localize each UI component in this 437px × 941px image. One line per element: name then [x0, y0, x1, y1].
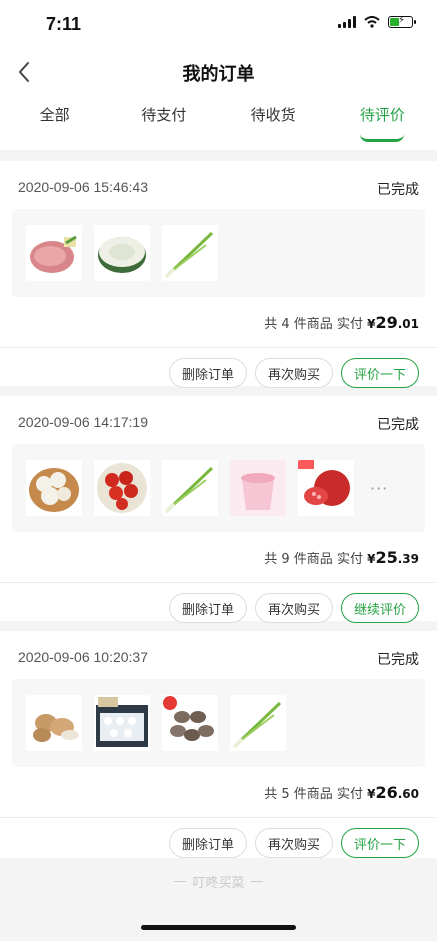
order-header: 2020-09-06 14:17:19 已完成 — [18, 414, 419, 434]
winter-melon-product-image — [94, 225, 150, 281]
pomegranate-product-image — [298, 460, 354, 516]
rebuy-button[interactable]: 再次购买 — [254, 593, 333, 623]
order-card: 2020-09-06 14:17:19 已完成 ··· 共 9 件商品 实付 ¥… — [0, 396, 437, 623]
page-title: 我的订单 — [182, 64, 255, 85]
amount-integer: 26 — [375, 783, 398, 802]
amount-integer: 25 — [375, 548, 398, 567]
signal-icon — [338, 16, 356, 28]
order-timestamp: 2020-09-06 15:46:43 — [18, 179, 148, 195]
brand-logo-text: 叮咚买菜 — [192, 876, 245, 891]
status-time: 7:11 — [46, 14, 82, 34]
home-indicator[interactable] — [141, 925, 296, 930]
order-actions: 删除订单 再次购买 继续评价 — [168, 593, 419, 623]
item-count: 共 5 件商品 — [264, 787, 333, 802]
delete-order-button[interactable]: 删除订单 — [168, 593, 247, 623]
green-onion-product-image — [230, 695, 286, 751]
paid-label: 实付 — [336, 317, 363, 332]
order-timestamp: 2020-09-06 10:20:37 — [18, 649, 148, 665]
rebuy-button[interactable]: 再次购买 — [254, 358, 333, 388]
nav-bar: 我的订单 — [0, 50, 437, 94]
ice-cream-product-image — [230, 460, 286, 516]
delete-order-button[interactable]: 删除订单 — [168, 358, 247, 388]
paid-label: 实付 — [336, 552, 363, 567]
status-bar: 7:11 ⚡ — [0, 0, 437, 50]
item-count: 共 9 件商品 — [264, 552, 333, 567]
continue-review-button[interactable]: 继续评价 — [340, 593, 419, 623]
review-button[interactable]: 评价一下 — [340, 828, 419, 858]
tab-all[interactable]: 全部 — [0, 94, 109, 150]
divider — [0, 817, 437, 818]
brand-watermark: 叮咚买菜 — [0, 872, 437, 891]
order-card: 2020-09-06 15:46:43 已完成 共 4 件商品 实付 ¥29.0… — [0, 161, 437, 388]
tab-pending-review[interactable]: 待评价 — [328, 94, 437, 150]
order-status: 已完成 — [377, 182, 419, 198]
order-tabs: 全部 待支付 待收货 待评价 — [0, 94, 437, 150]
cherry-tomato-product-image — [94, 460, 150, 516]
tab-active-indicator — [360, 134, 405, 142]
tab-label: 待评价 — [359, 106, 405, 124]
order-summary: 共 5 件商品 实付 ¥26.60 — [264, 783, 419, 802]
order-goods-list[interactable] — [12, 209, 425, 297]
green-onion-product-image — [162, 460, 218, 516]
abalone-product-image — [162, 695, 218, 751]
order-card: 2020-09-06 10:20:37 已完成 共 5 件商品 实付 ¥26.6… — [0, 631, 437, 858]
order-header: 2020-09-06 10:20:37 已完成 — [18, 649, 419, 669]
more-items-indicator: ··· — [370, 478, 389, 498]
divider — [0, 582, 437, 583]
order-status: 已完成 — [377, 417, 419, 433]
status-icons: ⚡ — [338, 15, 416, 28]
mushroom-product-image — [26, 460, 82, 516]
order-actions: 删除订单 再次购买 评价一下 — [168, 828, 419, 858]
order-status: 已完成 — [377, 652, 419, 668]
amount-decimal: .39 — [397, 552, 419, 566]
battery-icon: ⚡ — [388, 15, 416, 28]
tab-pending-payment[interactable]: 待支付 — [109, 94, 218, 150]
tab-pending-receipt[interactable]: 待收货 — [219, 94, 328, 150]
paid-label: 实付 — [336, 787, 363, 802]
footer: 叮咚买菜 — [0, 858, 437, 941]
delete-order-button[interactable]: 删除订单 — [168, 828, 247, 858]
dumpling-product-image — [94, 695, 150, 751]
amount-integer: 29 — [375, 313, 398, 332]
potato-product-image — [26, 695, 82, 751]
order-goods-list[interactable] — [12, 679, 425, 767]
wifi-icon — [364, 16, 380, 28]
order-header: 2020-09-06 15:46:43 已完成 — [18, 179, 419, 199]
tab-label: 待支付 — [141, 106, 187, 124]
order-goods-list[interactable]: ··· — [12, 444, 425, 532]
amount-decimal: .60 — [397, 787, 419, 801]
divider — [0, 347, 437, 348]
tab-label: 待收货 — [250, 106, 296, 124]
order-timestamp: 2020-09-06 14:17:19 — [18, 414, 148, 430]
meat-product-image — [26, 225, 82, 281]
order-actions: 删除订单 再次购买 评价一下 — [168, 358, 419, 388]
rebuy-button[interactable]: 再次购买 — [254, 828, 333, 858]
item-count: 共 4 件商品 — [264, 317, 333, 332]
green-onion-product-image — [162, 225, 218, 281]
order-summary: 共 4 件商品 实付 ¥29.01 — [264, 313, 419, 332]
tab-label: 全部 — [39, 106, 70, 124]
order-summary: 共 9 件商品 实付 ¥25.39 — [264, 548, 419, 567]
review-button[interactable]: 评价一下 — [340, 358, 419, 388]
amount-decimal: .01 — [397, 317, 419, 331]
